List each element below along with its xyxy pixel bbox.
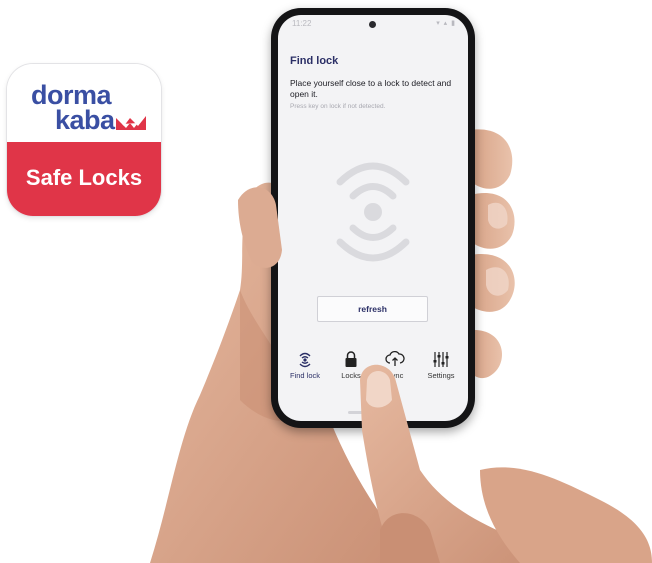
tab-find-lock[interactable]: Find lock [282,351,328,391]
refresh-button[interactable]: refresh [317,296,428,322]
tab-label: Locks [341,371,361,380]
brand-name-line2: kaba [55,105,115,135]
tab-sync[interactable]: Sync [372,351,418,391]
padlock-icon [345,351,357,367]
home-indicator [348,411,398,414]
hint-text: Press key on lock if not detected. [290,103,386,110]
status-bar: 11:22 ▾ ▴ ▮ [278,15,468,33]
instruction-text: Place yourself close to a lock to detect… [290,78,452,99]
tab-label: Find lock [289,371,320,380]
app-icon-logo-area: dorma kaba [7,64,161,142]
tab-locks[interactable]: Locks [328,351,374,391]
tab-settings[interactable]: Settings [418,351,464,391]
phone-screen: 11:22 ▾ ▴ ▮ Find lock Place yourself clo… [278,15,468,421]
app-icon-banner: Safe Locks [7,142,161,216]
status-icons: ▾ ▴ ▮ [436,20,456,27]
phone-device: 11:22 ▾ ▴ ▮ Find lock Place yourself clo… [271,8,475,428]
bottom-tab-bar: Find lock Locks Sync Settings [278,351,468,391]
brand-mark-icon [116,116,146,130]
app-name: Safe Locks [25,165,143,190]
front-camera [369,21,376,28]
status-time: 11:22 [292,19,312,28]
app-icon[interactable]: dorma kaba Safe Locks [7,64,161,216]
page-title: Find lock [290,55,339,67]
sliders-icon [433,352,449,367]
find-lock-icon [299,352,311,368]
tab-label: Settings [427,371,455,380]
signal-waves-icon [336,162,410,262]
cloud-sync-icon [385,351,405,366]
tab-label: Sync [386,371,404,380]
